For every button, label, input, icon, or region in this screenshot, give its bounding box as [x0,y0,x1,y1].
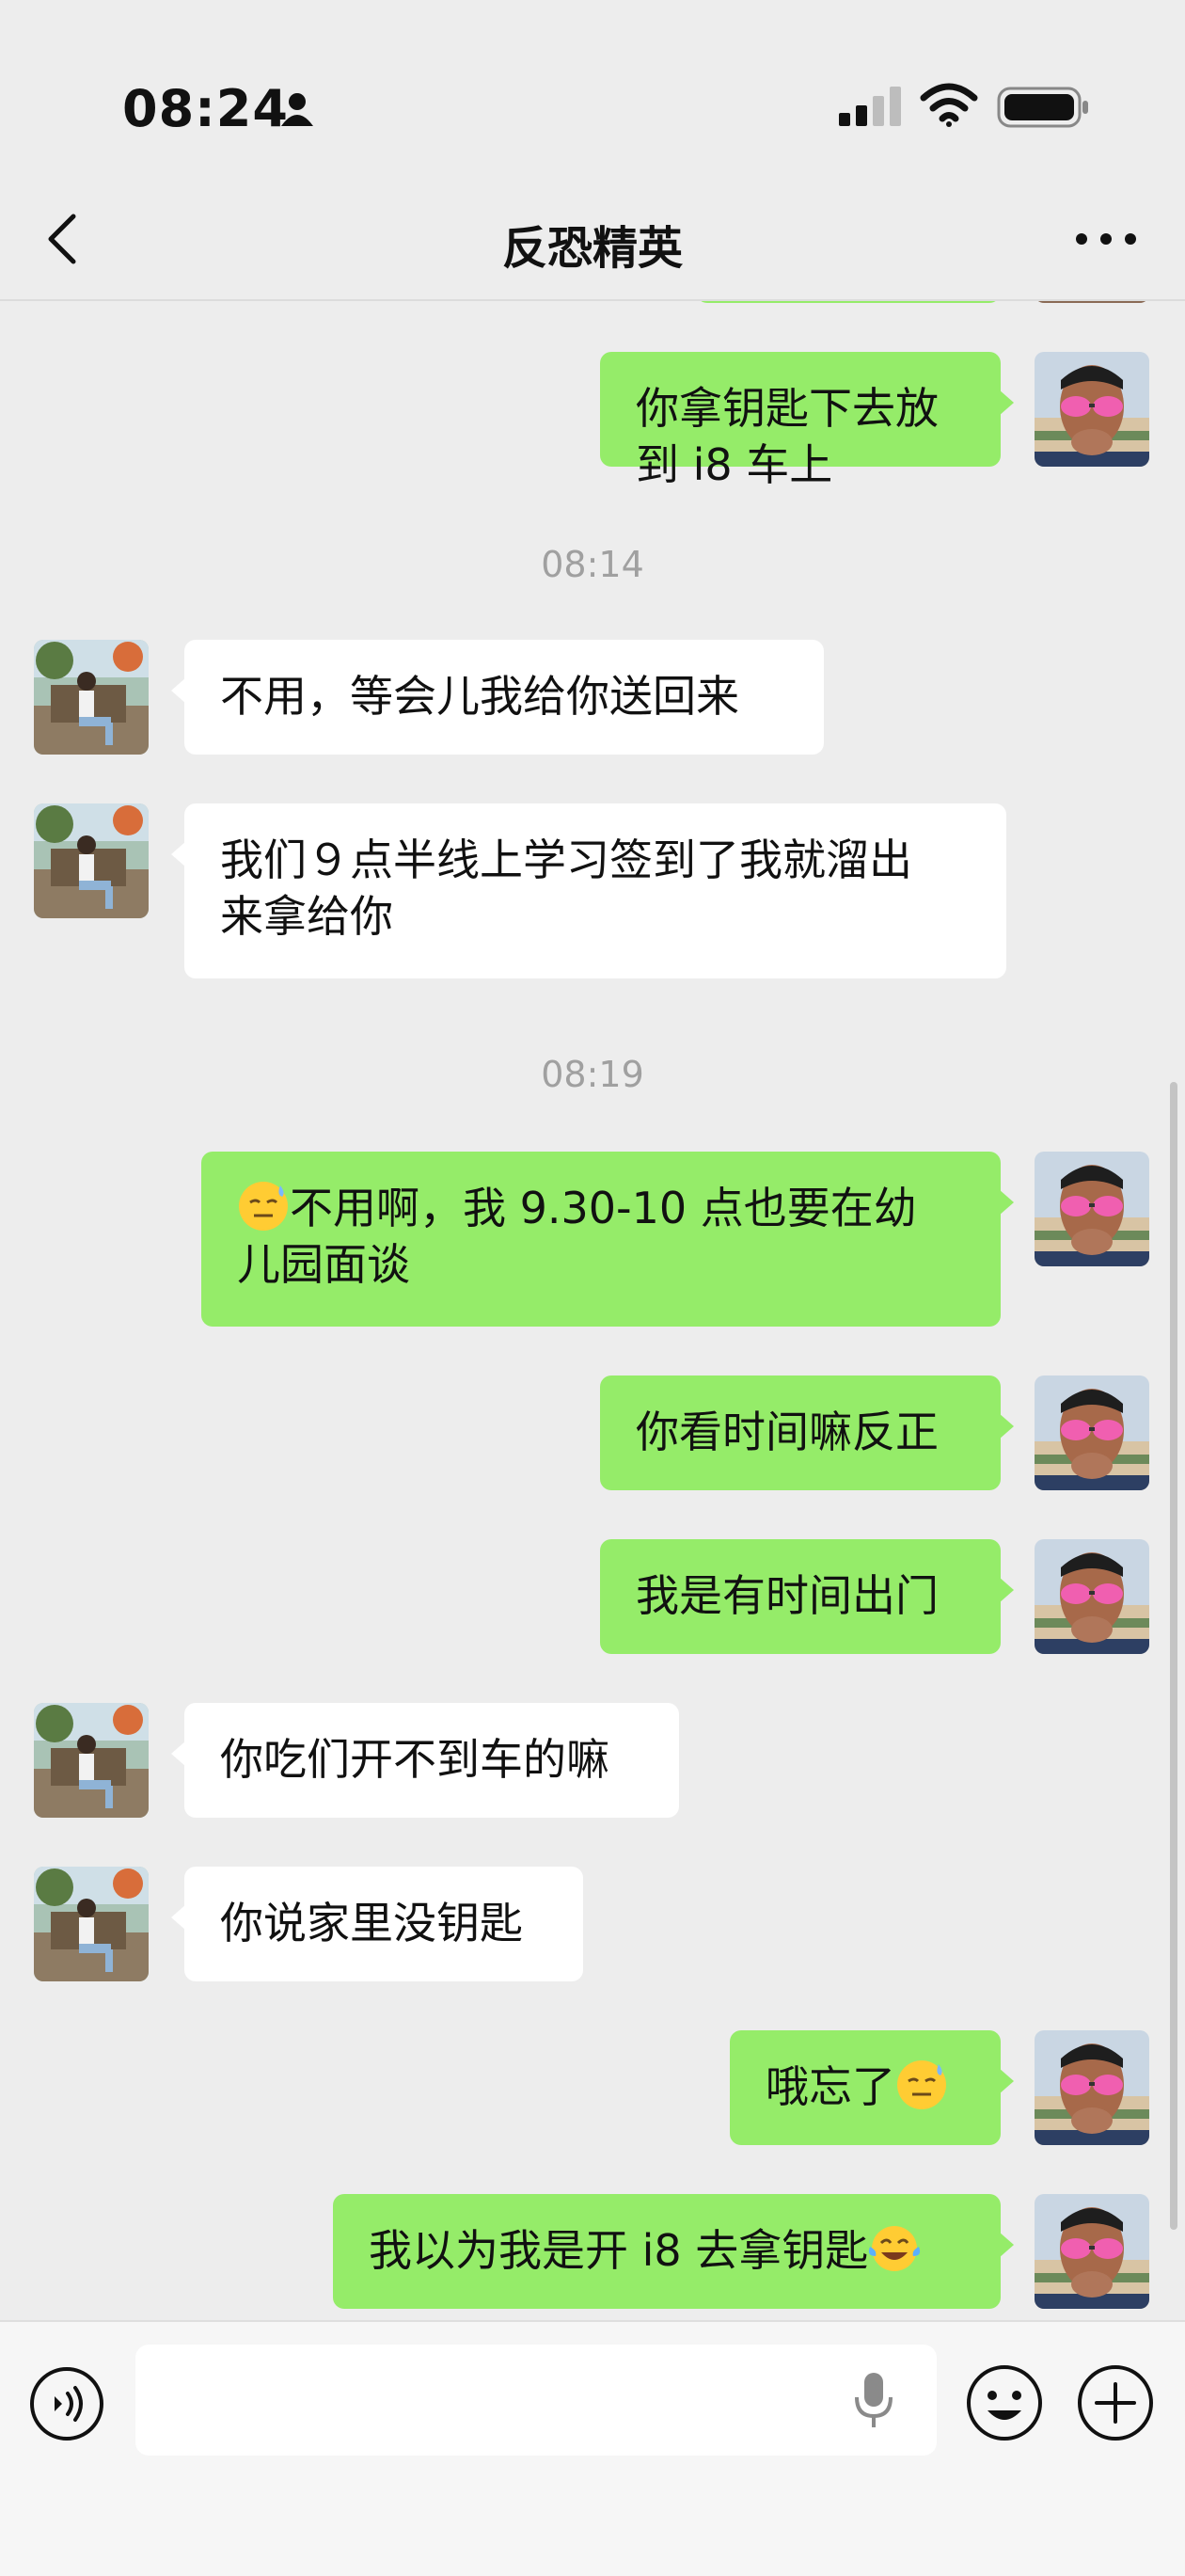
message-bubble-sent[interactable]: 我以为我是开 i8 去拿钥匙 [333,2194,1014,2309]
tears-of-joy-emoji-icon [868,2224,922,2273]
emoji-icon[interactable] [965,2363,1044,2442]
message-bubble-received[interactable]: 你吃们开不到车的嘛 [171,1703,679,1818]
status-time: 08:24 [122,79,289,138]
message-bubble-sent[interactable]: 哦忘了 [730,2030,1014,2145]
input-bar [0,2320,1185,2576]
message-text: 不用啊，我 9.30-10 点也要在幼 儿园面谈 [237,1183,917,1290]
message-bubble-received[interactable]: 不用，等会儿我给你送回来 [171,640,824,755]
my-avatar[interactable] [1035,2194,1149,2309]
my-avatar[interactable] [1035,1152,1149,1266]
chat-header: 反恐精英 [0,188,1185,301]
message-bubble-sent[interactable]: 你看时间嘛反正 [600,1375,1014,1490]
message-bubble-sent[interactable]: 你拿钥匙下去放到 i8 车上 [600,352,1014,490]
my-avatar[interactable] [1035,352,1149,467]
message-timestamp: 08:19 [541,1054,644,1095]
more-options-icon[interactable] [1072,226,1140,252]
message-bubble-sent[interactable]: 我是有时间出门 [600,1539,1014,1654]
contact-avatar[interactable] [34,1703,149,1818]
message-timestamp: 08:14 [541,544,644,585]
microphone-icon[interactable] [850,2369,897,2431]
contact-avatar[interactable] [34,1867,149,1981]
status-bar: 08:24 [0,0,1185,188]
wifi-icon [920,83,978,127]
my-avatar[interactable] [1035,1539,1149,1654]
chat-title: 反恐精英 [501,222,683,275]
message-text: 我以为我是开 i8 去拿钥匙 [369,2225,869,2276]
message-bubble-received[interactable]: 我们９点半线上学习签到了我就溜出 来拿给你 [171,803,1006,978]
scrollbar[interactable] [1170,1082,1177,2230]
sweat-smile-emoji-icon [895,2059,948,2111]
my-avatar[interactable] [1035,1375,1149,1490]
contact-avatar[interactable] [34,640,149,755]
voice-mode-icon[interactable] [28,2365,105,2442]
message-input[interactable] [135,2345,937,2456]
message-bubble-sent[interactable]: 不用啊，我 9.30-10 点也要在幼 儿园面谈 [201,1152,1014,1327]
person-icon [281,93,313,126]
battery-icon [997,87,1088,128]
signal-icon [839,87,901,126]
sweat-smile-emoji-icon [237,1180,290,1232]
message-text: 哦忘了 [766,2061,895,2112]
contact-avatar[interactable] [34,803,149,918]
my-avatar[interactable] [1035,2030,1149,2145]
plus-icon[interactable] [1076,2363,1155,2442]
message-list[interactable]: 你拿钥匙下去放到 i8 车上 08:14 不用，等会儿我给你送回来 我们９点半线… [0,299,1185,2320]
message-bubble-received[interactable]: 你说家里没钥匙 [171,1867,583,1981]
